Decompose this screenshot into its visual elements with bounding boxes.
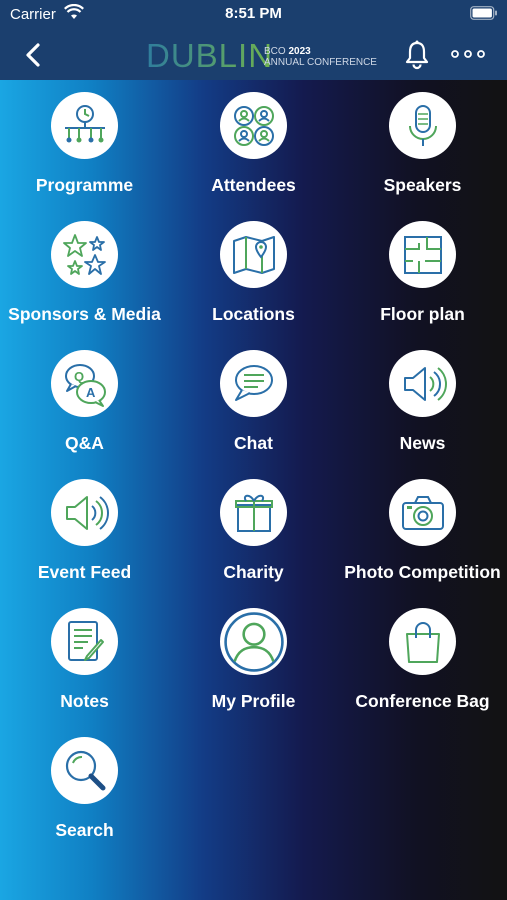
tile-my-profile[interactable]: My Profile [169, 596, 338, 716]
bell-icon [405, 40, 429, 70]
tile-icon-circle [389, 221, 456, 288]
tile-icon-circle [389, 608, 456, 675]
tile-chat[interactable]: Chat [169, 338, 338, 458]
profile-icon [223, 611, 284, 672]
tile-floor-plan[interactable]: Floor plan [338, 209, 507, 329]
tile-label: Attendees [211, 175, 296, 195]
speaker-icon [65, 495, 109, 530]
speaker-icon [403, 366, 447, 401]
tile-news[interactable]: News [338, 338, 507, 458]
tile-label: Photo Competition [344, 562, 501, 582]
tile-notes[interactable]: Notes [0, 596, 169, 716]
tile-sponsors-media[interactable]: Sponsors & Media [0, 209, 169, 329]
camera-icon [401, 495, 444, 530]
stars-icon [62, 233, 106, 275]
logo-word: DUBLIN [146, 37, 274, 74]
bag-icon [405, 621, 440, 663]
tile-label: Q&A [65, 433, 104, 453]
svg-text:A: A [86, 385, 96, 400]
tile-conference-bag[interactable]: Conference Bag [338, 596, 507, 716]
tile-photo-competition[interactable]: Photo Competition [338, 467, 507, 587]
tile-charity[interactable]: Charity [169, 467, 338, 587]
tile-icon-circle [389, 92, 456, 159]
tile-locations[interactable]: Locations [169, 209, 338, 329]
more-options-button[interactable] [448, 42, 488, 66]
tile-label: Locations [212, 304, 295, 324]
tile-icon-circle [220, 92, 287, 159]
tile-speakers[interactable]: Speakers [338, 80, 507, 200]
qa-bubbles-icon: Q A [64, 363, 106, 407]
tile-label: Programme [35, 175, 134, 195]
tile-label: Search [55, 820, 114, 840]
battery-icon [470, 6, 498, 25]
tile-icon-circle [389, 350, 456, 417]
floor-plan-icon [403, 235, 442, 274]
chevron-left-icon [26, 43, 40, 67]
tile-label: Conference Bag [355, 691, 490, 711]
nav-bar: DUBLIN BCO 2023 ANNUAL CONFERENCE [0, 30, 507, 80]
tile-qa[interactable]: Q A Q&A [0, 338, 169, 458]
gift-icon [234, 494, 273, 532]
tile-icon-circle [220, 479, 287, 546]
tile-attendees[interactable]: Attendees [169, 80, 338, 200]
tile-label: Notes [60, 691, 109, 711]
tile-label: Sponsors & Media [8, 304, 161, 324]
tile-label: My Profile [211, 691, 296, 711]
tile-search[interactable]: Search [0, 725, 169, 845]
tile-icon-circle [389, 479, 456, 546]
tile-label: Event Feed [37, 562, 132, 582]
notifications-button[interactable] [400, 38, 434, 72]
tile-programme[interactable]: Programme [0, 80, 169, 200]
tile-icon-circle [220, 350, 287, 417]
tile-icon-circle [51, 92, 118, 159]
tile-icon-circle [51, 608, 118, 675]
chat-bubble-icon [234, 364, 273, 401]
svg-text:Q: Q [74, 369, 84, 384]
tile-icon-circle [51, 737, 118, 804]
clock: 8:51 PM [225, 5, 282, 22]
logo-subtitle-1: BCO 2023 [264, 46, 311, 57]
notes-icon [67, 620, 104, 661]
tile-label: Charity [223, 562, 284, 582]
tile-icon-circle [51, 479, 118, 546]
map-icon [232, 235, 275, 274]
logo-subtitle-2: ANNUAL CONFERENCE [264, 57, 377, 68]
tile-label: News [399, 433, 446, 453]
back-button[interactable] [20, 38, 50, 72]
conference-logo: DUBLIN BCO 2023 ANNUAL CONFERENCE [146, 37, 377, 74]
programme-icon [64, 104, 105, 142]
microphone-icon [408, 104, 437, 146]
tile-label: Floor plan [380, 304, 465, 324]
status-bar: Carrier 8:51 PM [0, 0, 507, 30]
tile-icon-circle: Q A [51, 350, 118, 417]
tile-icon-circle [220, 221, 287, 288]
tile-label: Chat [234, 433, 273, 453]
attendees-icon [233, 105, 274, 146]
tile-event-feed[interactable]: Event Feed [0, 467, 169, 587]
more-dots-icon [451, 50, 485, 58]
tile-icon-circle [51, 221, 118, 288]
tile-icon-circle [220, 608, 287, 675]
tile-label: Speakers [383, 175, 462, 195]
search-icon [65, 750, 105, 790]
